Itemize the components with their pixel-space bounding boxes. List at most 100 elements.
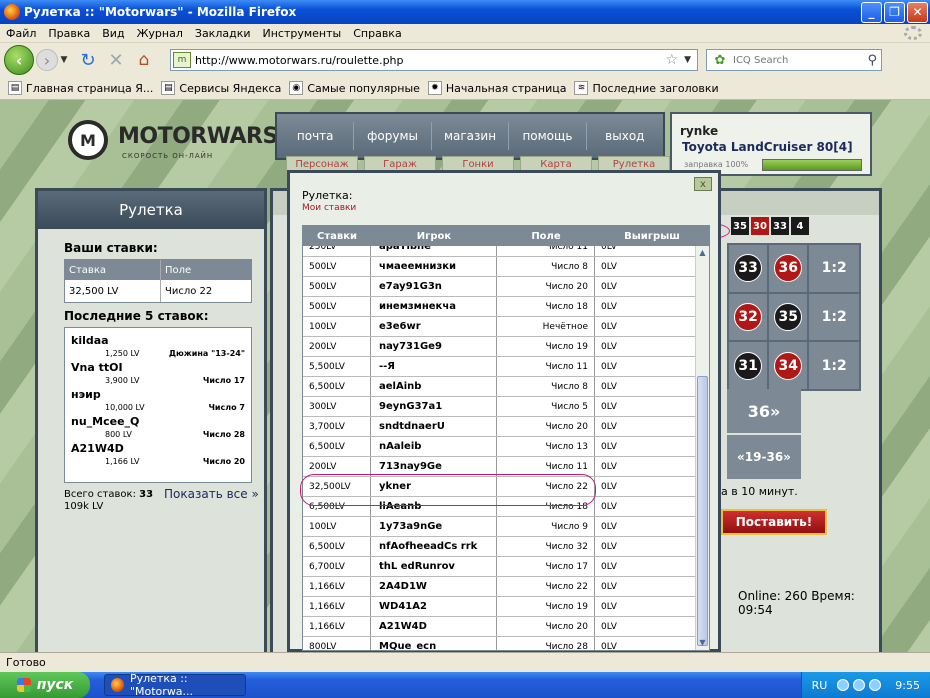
number-cell[interactable]: 35: [769, 293, 808, 341]
reload-icon[interactable]: ↻: [76, 48, 100, 72]
win-cell: 0LV: [601, 361, 617, 372]
minimize-button[interactable]: _: [861, 1, 882, 23]
menu-tools[interactable]: Инструменты: [257, 27, 348, 40]
back-button[interactable]: ‹: [4, 45, 34, 75]
table-scrollbar[interactable]: ▲ ▼: [695, 246, 709, 650]
search-icon[interactable]: ⚲: [867, 53, 877, 68]
maximize-button[interactable]: ❐: [884, 1, 905, 23]
search-engine-icon[interactable]: ✿: [707, 53, 733, 68]
spin-timer: а в 10 минут.: [721, 485, 798, 498]
nav-mail[interactable]: почта: [277, 122, 355, 150]
table-row: 100LV 1y73a9nGe Число 9 0LV: [303, 517, 697, 537]
menu-bookmarks[interactable]: Закладки: [189, 27, 257, 40]
scroll-down-icon[interactable]: ▼: [696, 636, 709, 650]
win-cell: 0LV: [601, 461, 617, 472]
user-car[interactable]: Toyota LandCruiser 80[4]: [682, 140, 853, 154]
bookmark-item[interactable]: ≋ Последние заголовки: [574, 81, 719, 95]
table-row: 6,500LV nfAofheeadCs rrk Число 32 0LV: [303, 537, 697, 557]
bet-amount-cell: 200LV: [303, 337, 371, 356]
column-header: Ставки: [316, 230, 357, 242]
player-cell: 1y73a9nGe: [371, 517, 497, 536]
tray-icon[interactable]: [869, 679, 882, 691]
win-cell: 0LV: [601, 581, 617, 592]
table-header: Ставки Игрок Поле Выигрыш: [303, 226, 709, 246]
last-bet-field: Дюжина "13-24": [168, 348, 245, 358]
last-bet-details: 1,250 LV Дюжина "13-24": [71, 347, 245, 359]
player-cell: чмаеемнизки: [371, 257, 497, 276]
menu-file[interactable]: Файл: [0, 27, 42, 40]
scroll-up-icon[interactable]: ▲: [696, 246, 709, 260]
taskbar-item[interactable]: Рулетка :: "Motorwa...: [104, 672, 246, 698]
close-dialog-button[interactable]: x: [694, 177, 712, 191]
url-dropdown-icon[interactable]: ▼: [684, 55, 691, 65]
number-cell[interactable]: 36: [769, 245, 808, 292]
number-cell[interactable]: 34: [769, 342, 808, 389]
field-cell: Нечётное: [497, 317, 595, 336]
bet-amount-cell: 6,500LV: [303, 537, 371, 556]
nav-help[interactable]: помощь: [509, 122, 587, 150]
language-indicator[interactable]: RU: [812, 679, 828, 692]
column-header: Поле: [165, 264, 192, 276]
bookmark-star-icon[interactable]: ☆: [666, 52, 679, 68]
last-bet-player: nu_Mcee_Q: [71, 415, 140, 428]
bet-amount-cell: 100LV: [303, 517, 371, 536]
place-bet-button[interactable]: Поставить!: [721, 509, 827, 535]
logo-icon: M: [68, 120, 108, 160]
dozen-cell[interactable]: 36»: [727, 389, 801, 433]
stop-icon[interactable]: ✕: [104, 48, 128, 72]
column-bet-cell[interactable]: 1:2: [809, 245, 859, 292]
menu-edit[interactable]: Правка: [42, 27, 96, 40]
firefox-window: Рулетка :: "Motorwars" - Mozilla Firefox…: [0, 0, 930, 698]
dozen-cell[interactable]: «19-36»: [727, 435, 801, 479]
win-cell: 0LV: [601, 281, 617, 292]
scroll-thumb[interactable]: [697, 376, 708, 646]
win-cell: 0LV: [601, 321, 617, 332]
bet-amount-cell: 6,700LV: [303, 557, 371, 576]
number-cell[interactable]: 32: [729, 293, 768, 341]
show-all-link[interactable]: Показать все »: [164, 487, 259, 501]
menu-history[interactable]: Журнал: [131, 27, 189, 40]
online-status: Online: 260 Время: 09:54: [738, 589, 855, 617]
panel-title: Рулетка: [38, 191, 264, 229]
column-bet-cell[interactable]: 1:2: [809, 342, 859, 389]
number-ball: 31: [734, 351, 763, 380]
bookmark-item[interactable]: ▤ Главная страница Я...: [8, 81, 153, 95]
bookmark-item[interactable]: ✹ Начальная страница: [427, 81, 566, 95]
nav-forums[interactable]: форумы: [354, 122, 432, 150]
last-bet-details: 10,000 LV Число 7: [71, 401, 245, 413]
url-text[interactable]: http://www.motorwars.ru/roulette.php: [195, 54, 666, 67]
number-cell[interactable]: 31: [729, 342, 768, 389]
total-sum: 109k LV: [64, 501, 104, 512]
player-cell: apaTibne: [371, 246, 497, 256]
address-bar[interactable]: m http://www.motorwars.ru/roulette.php ☆…: [170, 49, 698, 71]
start-button[interactable]: пуск: [0, 672, 90, 698]
username[interactable]: rynke: [680, 124, 718, 138]
tray-icon[interactable]: [853, 679, 866, 691]
close-window-button[interactable]: ✕: [907, 1, 928, 23]
tray-icon[interactable]: [837, 679, 850, 691]
win-cell: 0LV: [601, 521, 617, 532]
bookmark-item[interactable]: ◉ Самые популярные: [289, 81, 420, 95]
win-cell: 0LV: [601, 481, 617, 492]
history-dropdown-icon[interactable]: ▼: [58, 55, 70, 65]
bet-amount-cell: 1,166LV: [303, 597, 371, 616]
site-navigation: почта форумы магазин помощь выход: [275, 112, 665, 160]
column-bet-cell[interactable]: 1:2: [809, 293, 859, 341]
menu-help[interactable]: Справка: [347, 27, 407, 40]
search-input[interactable]: [733, 54, 868, 66]
number-cell[interactable]: 33: [729, 245, 768, 292]
bookmark-item[interactable]: ▤ Сервисы Яндекса: [161, 81, 281, 95]
home-icon[interactable]: ⌂: [132, 48, 156, 72]
nav-logout[interactable]: выход: [587, 122, 663, 150]
nav-shop[interactable]: магазин: [432, 122, 510, 150]
menu-view[interactable]: Вид: [96, 27, 130, 40]
field-cell: Число 18: [497, 297, 595, 316]
field-cell: Число 11: [497, 246, 595, 256]
forward-button[interactable]: ›: [36, 49, 58, 71]
site-logo[interactable]: M MOTORWARS.RU СКОРОСТЬ ОН-ЛАЙН: [60, 112, 320, 172]
table-row: 1,166LV A21W4D Число 20 0LV: [303, 617, 697, 637]
site-favicon-icon: m: [173, 52, 191, 68]
annotation-circle: [300, 474, 596, 506]
search-bar[interactable]: ✿ ⚲: [706, 49, 882, 71]
roulette-board: 33 36 1:2 32 35 1:2 31 34 1:2: [727, 243, 861, 391]
